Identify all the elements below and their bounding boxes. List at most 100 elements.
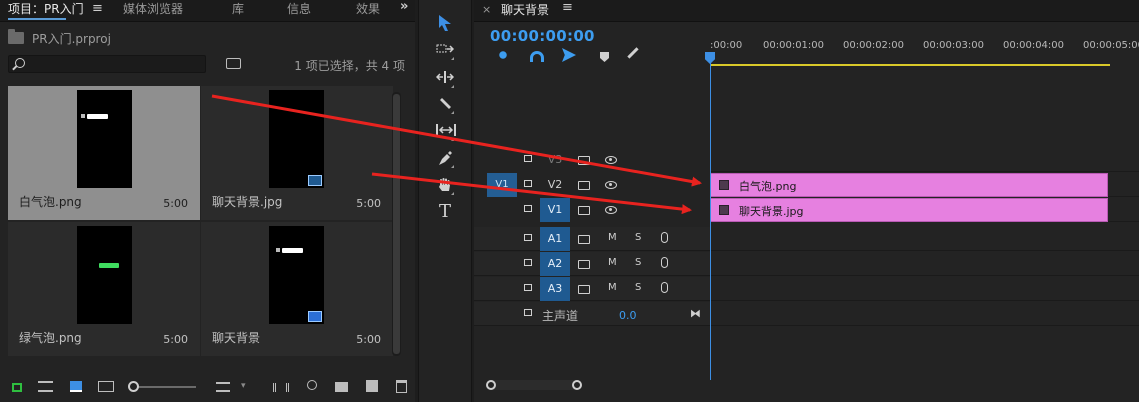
- add-marker-icon[interactable]: [600, 52, 609, 62]
- ripple-edit-tool-icon[interactable]: [435, 70, 455, 88]
- solo-button[interactable]: S: [635, 257, 641, 268]
- tab-project[interactable]: 项目：PR入门: [8, 0, 84, 22]
- clip-white-bubble[interactable]: 白气泡.png: [710, 173, 1108, 197]
- source-patch-v1[interactable]: V1: [487, 173, 517, 197]
- track-target-a2[interactable]: A2: [540, 252, 570, 276]
- sync-lock-icon[interactable]: [578, 285, 590, 294]
- sync-lock-icon[interactable]: [578, 181, 590, 190]
- slip-tool-icon[interactable]: [436, 123, 456, 141]
- automate-to-sequence-icon[interactable]: [273, 383, 289, 392]
- lane-v1[interactable]: 聊天背景.jpg: [710, 198, 1139, 222]
- eye-icon[interactable]: [605, 156, 617, 164]
- media-item-green-bubble[interactable]: 绿气泡.png 5:00: [8, 222, 200, 356]
- scroll-handle-right[interactable]: [572, 380, 582, 390]
- sequence-tab-title[interactable]: 聊天背景: [501, 1, 549, 18]
- track-lock-icon[interactable]: [524, 155, 532, 162]
- playhead-timecode[interactable]: 00:00:00:00: [490, 27, 595, 45]
- track-target-v1[interactable]: V1: [540, 198, 570, 222]
- search-field[interactable]: [8, 55, 206, 73]
- media-item-white-bubble[interactable]: 白气泡.png 5:00: [8, 86, 200, 220]
- mute-button[interactable]: M: [608, 257, 617, 268]
- track-target-v2[interactable]: V2: [540, 173, 570, 197]
- selection-tool-icon[interactable]: [436, 14, 454, 32]
- sync-lock-icon[interactable]: [578, 156, 590, 165]
- lane-v2[interactable]: 白气泡.png: [710, 173, 1139, 197]
- solo-button[interactable]: S: [635, 282, 641, 293]
- work-area-bar[interactable]: [710, 64, 1110, 66]
- lane-master[interactable]: [710, 302, 1139, 326]
- freeform-view-icon[interactable]: [98, 381, 114, 392]
- microphone-icon[interactable]: [661, 282, 668, 293]
- solo-button[interactable]: S: [635, 232, 641, 243]
- eye-icon[interactable]: [605, 206, 617, 214]
- scroll-handle-left[interactable]: [486, 380, 496, 390]
- pen-tool-icon[interactable]: [436, 150, 454, 168]
- zoom-slider-handle[interactable]: [128, 381, 139, 392]
- project-scrollbar[interactable]: [392, 92, 401, 356]
- overflow-tabs-icon[interactable]: »: [400, 0, 408, 14]
- close-icon[interactable]: ×: [482, 3, 491, 16]
- tab-effects[interactable]: 效果: [356, 0, 380, 22]
- track-lock-icon[interactable]: [524, 284, 532, 291]
- eye-icon[interactable]: [605, 181, 617, 189]
- media-item-chat-bg-jpg[interactable]: 聊天背景.jpg 5:00: [201, 86, 393, 220]
- mute-button[interactable]: M: [608, 282, 617, 293]
- hand-tool-icon[interactable]: [436, 177, 454, 195]
- track-target-a1[interactable]: A1: [540, 227, 570, 251]
- master-volume-value[interactable]: 0.0: [619, 309, 637, 322]
- project-bottom-toolbar: ▾: [0, 372, 415, 400]
- sync-lock-icon[interactable]: [578, 235, 590, 244]
- timeline-zoom-scrollbar[interactable]: [486, 380, 582, 390]
- thumbnail: [269, 90, 324, 188]
- track-lock-icon[interactable]: [524, 234, 532, 241]
- icon-view-icon[interactable]: [70, 381, 82, 392]
- track-target-v3[interactable]: V3: [540, 148, 570, 172]
- track-header-v3: V3: [474, 148, 710, 172]
- microphone-icon[interactable]: [661, 232, 668, 243]
- track-select-tool-icon[interactable]: [436, 42, 455, 60]
- new-search-bin-icon[interactable]: [226, 58, 241, 69]
- new-bin-icon[interactable]: [335, 382, 348, 392]
- track-lock-icon[interactable]: [524, 259, 532, 266]
- sync-lock-icon[interactable]: [578, 260, 590, 269]
- find-icon[interactable]: [307, 380, 317, 390]
- mute-button[interactable]: M: [608, 232, 617, 243]
- playhead-line[interactable]: [710, 60, 711, 380]
- lane-v3[interactable]: [710, 148, 1139, 172]
- sort-icons-icon[interactable]: [216, 382, 230, 392]
- microphone-icon[interactable]: [661, 257, 668, 268]
- tab-info[interactable]: 信息: [287, 0, 311, 22]
- tab-media-browser[interactable]: 媒体浏览器: [123, 0, 183, 22]
- razor-tool-icon[interactable]: [436, 96, 454, 114]
- chevron-down-icon[interactable]: ▾: [241, 381, 246, 395]
- lane-a3[interactable]: [710, 277, 1139, 301]
- linked-selection-icon[interactable]: [562, 48, 576, 62]
- go-to-end-icon[interactable]: ⧓: [690, 307, 701, 320]
- clip-chat-bg[interactable]: 聊天背景.jpg: [710, 198, 1108, 222]
- track-lock-icon[interactable]: [524, 180, 532, 187]
- new-item-icon[interactable]: [366, 380, 378, 392]
- tab-libraries[interactable]: 库: [232, 0, 244, 22]
- type-tool-icon[interactable]: T: [436, 203, 454, 221]
- insert-nest-icon[interactable]: [496, 48, 510, 62]
- lane-a2[interactable]: [710, 252, 1139, 276]
- timeline-menu-icon[interactable]: ≡: [562, 0, 573, 15]
- track-header-master: 主声道 0.0 ⧓: [474, 302, 710, 326]
- trash-icon[interactable]: [396, 380, 407, 393]
- media-item-chat-bg-sequence[interactable]: 聊天背景 5:00: [201, 222, 393, 356]
- track-target-a3[interactable]: A3: [540, 277, 570, 301]
- media-item-duration: 5:00: [163, 197, 188, 210]
- snap-icon[interactable]: [530, 51, 544, 62]
- sync-lock-icon[interactable]: [578, 206, 590, 215]
- thumbnail-zoom-slider[interactable]: [134, 386, 196, 388]
- lane-a1[interactable]: [710, 227, 1139, 251]
- track-lock-icon[interactable]: [524, 205, 532, 212]
- media-grid: 白气泡.png 5:00 聊天背景.jpg 5:00 绿气泡.png 5:00 …: [8, 86, 394, 358]
- track-lock-icon[interactable]: [524, 309, 532, 316]
- project-folder-icon: [8, 29, 24, 44]
- timeline-settings-icon[interactable]: [627, 47, 646, 66]
- panel-menu-icon[interactable]: ≡: [92, 1, 103, 16]
- list-view-icon[interactable]: [38, 381, 53, 392]
- lock-icon[interactable]: [12, 383, 22, 392]
- track-header-v1: V1: [474, 198, 710, 222]
